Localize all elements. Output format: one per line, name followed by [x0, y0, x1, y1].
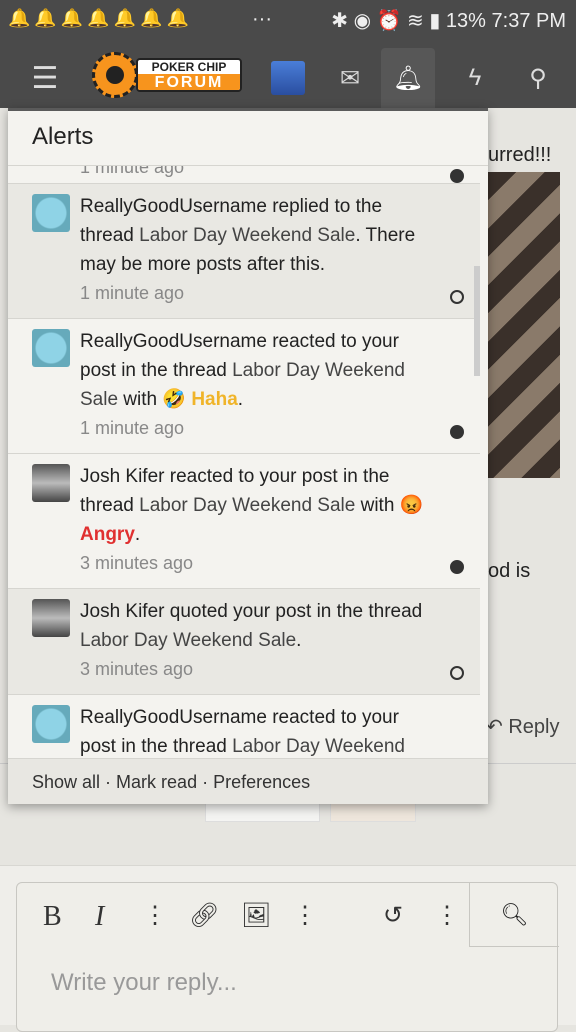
list-item[interactable]: ReallyGoodUsername reacted to your post …: [8, 319, 480, 454]
search-icon[interactable]: ⚲: [511, 48, 565, 108]
reply-editor[interactable]: B I ⋮ 🔗︎ 🖼︎ ⋮ ↺ ⋮ 🔍︎ Write your reply...: [16, 882, 559, 1032]
inbox-icon[interactable]: ✉: [323, 48, 377, 108]
avatar[interactable]: [32, 464, 70, 502]
reply-input[interactable]: Write your reply...: [51, 969, 237, 997]
battery-level: 13%: [445, 10, 486, 32]
avatar[interactable]: [32, 599, 70, 637]
link-icon[interactable]: 🔗︎: [189, 901, 219, 930]
menu-icon[interactable]: ☰: [18, 48, 72, 108]
mark-read-link[interactable]: Mark read: [116, 772, 197, 792]
alert-text: ReallyGoodUsername replied to the thread…: [80, 196, 416, 275]
alert-time: 3 minutes ago: [80, 553, 194, 573]
more-icon: ···: [252, 8, 272, 30]
avatar[interactable]: [32, 194, 70, 232]
thread-link[interactable]: Labor Day Weekend Sale: [80, 630, 296, 651]
alert-time: 3 minutes ago: [80, 659, 194, 679]
list-item[interactable]: Josh Kifer reacted to your post in the t…: [8, 454, 480, 589]
alert-text: ReallyGoodUsername reacted to your post …: [80, 707, 405, 757]
mark-read-toggle[interactable]: [450, 425, 464, 439]
more-options-icon[interactable]: ⋮: [435, 901, 459, 930]
avatar[interactable]: [32, 329, 70, 367]
reaction-label: Haha: [191, 389, 238, 410]
popup-footer: Show all · Mark read · Preferences: [8, 758, 488, 804]
undo-icon[interactable]: ↺: [383, 901, 403, 930]
alerts-popup: Alerts 1 minute ago ReallyGoodUsername r…: [8, 108, 488, 804]
alert-time: 1 minute ago: [80, 283, 185, 303]
alerts-list[interactable]: 1 minute ago ReallyGoodUsername replied …: [8, 166, 480, 759]
avatar[interactable]: [32, 705, 70, 743]
list-item[interactable]: 1 minute ago: [8, 166, 480, 184]
more-options-icon[interactable]: ⋮: [143, 901, 167, 930]
alert-text: Josh Kifer quoted your post in the threa…: [80, 601, 423, 651]
list-item[interactable]: ReallyGoodUsername replied to the thread…: [8, 184, 480, 319]
list-item[interactable]: ReallyGoodUsername reacted to your post …: [8, 695, 480, 759]
chip-icon: [92, 52, 138, 98]
username-link[interactable]: ReallyGoodUsername: [80, 196, 267, 217]
alerts-bell-icon[interactable]: 🔔︎: [381, 48, 435, 108]
username-link[interactable]: Josh Kifer: [80, 466, 164, 487]
bold-button[interactable]: B: [43, 901, 62, 933]
alert-text: Josh Kifer reacted to your post in the t…: [80, 466, 424, 545]
username-link[interactable]: Josh Kifer: [80, 601, 164, 622]
user-avatar[interactable]: [271, 61, 305, 95]
site-header: ☰ POKER CHIP FORUM ✉ 🔔︎ ϟ ⚲: [0, 40, 576, 108]
post-image: [488, 172, 560, 478]
notification-icons: 🔔🔔🔔🔔🔔🔔🔔: [8, 8, 193, 28]
whats-new-icon[interactable]: ϟ: [448, 48, 502, 108]
mark-read-toggle[interactable]: [450, 560, 464, 574]
show-all-link[interactable]: Show all: [32, 772, 100, 792]
more-options-icon[interactable]: ⋮: [293, 901, 317, 930]
image-icon[interactable]: 🖼︎: [241, 901, 271, 930]
popup-title: Alerts: [8, 111, 488, 166]
username-link[interactable]: ReallyGoodUsername: [80, 707, 267, 728]
clock: 7:37 PM: [491, 10, 566, 32]
alert-time: 1 minute ago: [80, 418, 185, 438]
thread-link[interactable]: Labor Day Weekend Sale: [139, 495, 355, 516]
scrollbar[interactable]: [474, 266, 480, 376]
thread-link[interactable]: Labor Day Weekend Sale: [139, 225, 355, 246]
thread-link[interactable]: Labor Day Weekend: [232, 736, 405, 757]
italic-button[interactable]: I: [95, 901, 104, 933]
status-bar: 🔔🔔🔔🔔🔔🔔🔔 ··· ✱ ◉ ⏰ ≋ ▮ 13% 7:37 PM: [0, 0, 576, 40]
mark-unread-toggle[interactable]: [450, 666, 464, 680]
reaction-label: Angry: [80, 524, 135, 545]
preview-icon[interactable]: 🔍︎: [469, 883, 559, 947]
preferences-link[interactable]: Preferences: [213, 772, 310, 792]
reply-button[interactable]: ↶ Reply: [486, 714, 559, 739]
logo[interactable]: POKER CHIP FORUM: [92, 52, 244, 98]
username-link[interactable]: ReallyGoodUsername: [80, 331, 267, 352]
mark-unread-toggle[interactable]: [450, 290, 464, 304]
alert-text: ReallyGoodUsername reacted to your post …: [80, 331, 405, 410]
wifi-signal-icon: ✱ ◉ ⏰ ≋ ▮: [331, 10, 446, 32]
list-item[interactable]: Josh Kifer quoted your post in the threa…: [8, 589, 480, 695]
